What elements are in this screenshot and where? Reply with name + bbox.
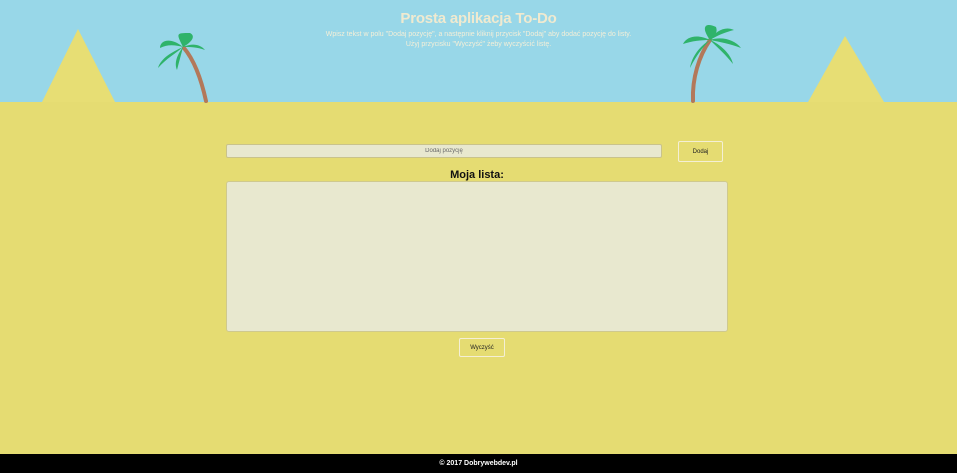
footer-text: © 2017 Dobrywebdev.pl xyxy=(439,460,518,467)
app-title: Prosta aplikacja To-Do xyxy=(400,10,557,27)
add-item-input[interactable] xyxy=(226,144,662,158)
add-button[interactable]: Dodaj xyxy=(678,141,723,162)
page-header: Prosta aplikacja To-Do Wpisz tekst w pol… xyxy=(0,10,957,50)
instructions-line-1: Wpisz tekst w polu "Dodaj pozycję", a na… xyxy=(325,31,632,38)
instructions: Wpisz tekst w polu "Dodaj pozycję", a na… xyxy=(0,30,957,50)
instructions-line-2: Użyj przycisku "Wyczyść" żeby wyczyścić … xyxy=(405,41,552,48)
list-title: Moja lista: xyxy=(450,169,504,181)
todo-list xyxy=(226,181,728,332)
footer: © 2017 Dobrywebdev.pl xyxy=(0,454,957,473)
clear-button[interactable]: Wyczyść xyxy=(459,338,505,357)
add-item-form: Dodaj xyxy=(226,141,723,162)
